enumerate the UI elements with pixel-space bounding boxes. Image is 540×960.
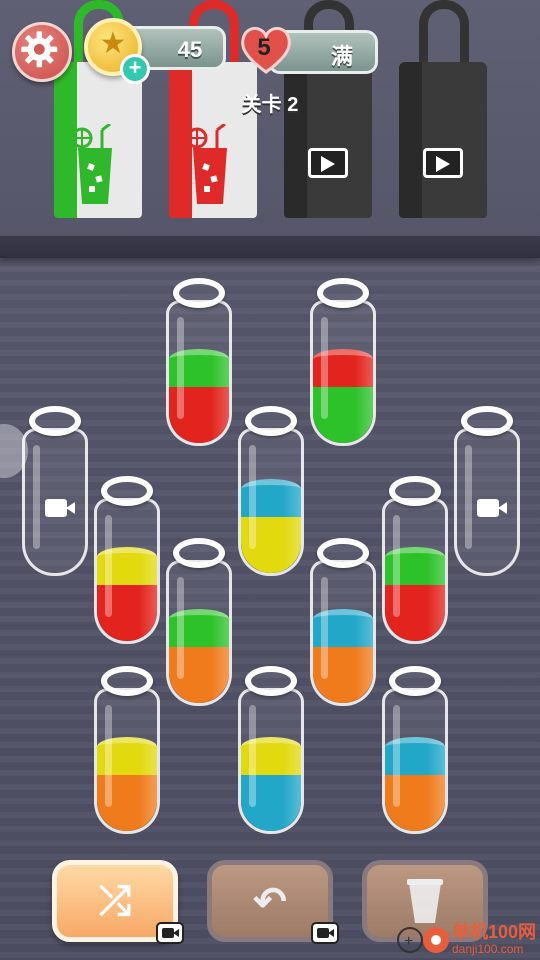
bag-handle	[419, 0, 469, 70]
bottle-glass	[310, 300, 376, 446]
bottle-ring	[101, 666, 153, 696]
glass-shine	[105, 515, 112, 617]
bottle-glass	[382, 498, 448, 644]
bottle-ring	[245, 666, 297, 696]
bag-body	[399, 62, 487, 218]
glass-shine	[249, 705, 256, 807]
glass-shine	[321, 317, 328, 419]
bottle[interactable]	[94, 666, 160, 834]
bottle[interactable]	[310, 278, 376, 446]
glass-shine	[321, 577, 328, 679]
glass-shine	[33, 445, 40, 549]
bottle-glass	[22, 428, 88, 576]
bottle-ring	[461, 406, 513, 436]
bottle[interactable]	[22, 406, 88, 576]
bottle-ring	[101, 476, 153, 506]
glass-shine	[465, 445, 472, 549]
bottle-ring	[173, 278, 225, 308]
bottle-ring	[317, 278, 369, 308]
bag-body	[169, 62, 257, 218]
bottle-glass	[94, 688, 160, 834]
bottle-glass	[166, 560, 232, 706]
bottle[interactable]	[454, 406, 520, 576]
glass-shine	[177, 317, 184, 419]
bottle-glass	[238, 688, 304, 834]
bottle-ring	[29, 406, 81, 436]
bag-body	[54, 62, 142, 218]
video-icon	[423, 148, 463, 178]
juice-cup-icon	[187, 124, 227, 204]
bottle-glass	[166, 300, 232, 446]
add-coins-button[interactable]: +	[120, 54, 150, 84]
juice-cup-icon	[72, 124, 112, 204]
bottle-glass	[310, 560, 376, 706]
video-icon	[45, 499, 75, 518]
bottle-ring	[173, 538, 225, 568]
watermark-line1: 单机100网	[452, 922, 537, 942]
undo-icon: ↶	[253, 880, 287, 924]
bottle[interactable]	[238, 406, 304, 576]
glass-shine	[393, 515, 400, 617]
bottle-glass	[238, 428, 304, 576]
glass-shine	[249, 445, 256, 549]
bottle[interactable]	[382, 476, 448, 644]
bottle-ring	[389, 476, 441, 506]
bottle-glass	[94, 498, 160, 644]
bag-body	[284, 62, 372, 218]
video-icon	[156, 922, 184, 944]
bottle-ring	[317, 538, 369, 568]
bottle[interactable]	[166, 538, 232, 706]
bottle[interactable]	[382, 666, 448, 834]
watermark-line2: danji100.com	[452, 942, 524, 956]
bottle[interactable]	[166, 278, 232, 446]
glass-shine	[105, 705, 112, 807]
bottle-ring	[389, 666, 441, 696]
bottle[interactable]	[238, 666, 304, 834]
level-label: 关卡 2	[241, 94, 299, 116]
bottle[interactable]	[94, 476, 160, 644]
bottle-ring	[245, 406, 297, 436]
settings-button[interactable]	[12, 22, 72, 82]
bag-locked[interactable]	[399, 0, 487, 218]
watermark-logo-icon: +	[397, 927, 449, 953]
lives-count: 5	[257, 34, 271, 61]
bottle-glass	[454, 428, 520, 576]
video-icon	[477, 499, 507, 518]
watermark: + 单机100网 danji100.com	[394, 916, 540, 960]
video-icon	[311, 922, 339, 944]
bottle[interactable]	[310, 538, 376, 706]
gear-icon	[21, 31, 58, 68]
lives-status: 满	[330, 44, 353, 69]
shuffle-icon: ⤮	[99, 879, 131, 923]
coin-value: 45	[177, 37, 203, 62]
shelf-edge	[0, 236, 540, 258]
video-icon	[308, 148, 348, 178]
bottle-glass	[382, 688, 448, 834]
glass-shine	[177, 577, 184, 679]
svg-text:+: +	[404, 933, 413, 950]
glass-shine	[393, 705, 400, 807]
